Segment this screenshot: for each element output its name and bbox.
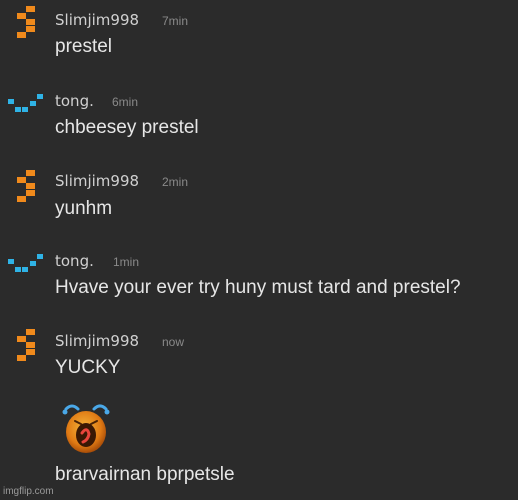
- avatar[interactable]: [8, 168, 44, 204]
- blue-pixel-avatar-icon: [8, 254, 43, 272]
- message-text: prestel: [55, 36, 113, 57]
- timestamp: 6min: [112, 95, 139, 109]
- message-text: brarvairnan bprpetsle: [55, 464, 235, 485]
- timestamp: 1min: [113, 255, 140, 269]
- avatar[interactable]: [8, 4, 44, 40]
- orange-s-pixel-avatar-icon: [17, 329, 35, 361]
- watermark: imgflip.com: [3, 486, 54, 497]
- timestamp: now: [162, 335, 185, 349]
- message-text: YUCKY: [55, 357, 121, 378]
- username[interactable]: Slimjim998: [55, 332, 139, 350]
- orange-s-pixel-avatar-icon: [17, 170, 35, 202]
- avatar[interactable]: [8, 91, 44, 127]
- blue-pixel-avatar-icon: [8, 94, 43, 112]
- crying-face-emoji-icon: [58, 399, 114, 455]
- username[interactable]: tong.: [55, 92, 94, 110]
- username[interactable]: Slimjim998: [55, 11, 139, 29]
- timestamp: 7min: [162, 14, 189, 28]
- message-text: chbeesey prestel: [55, 117, 199, 138]
- orange-s-pixel-avatar-icon: [17, 6, 35, 38]
- message-text: yunhm: [55, 198, 113, 219]
- avatar[interactable]: [8, 327, 44, 363]
- avatar[interactable]: [8, 251, 44, 287]
- username[interactable]: Slimjim998: [55, 172, 139, 190]
- timestamp: 2min: [162, 175, 189, 189]
- username[interactable]: tong.: [55, 252, 94, 270]
- message-text: Hvave your ever try huny must tard and p…: [55, 277, 461, 298]
